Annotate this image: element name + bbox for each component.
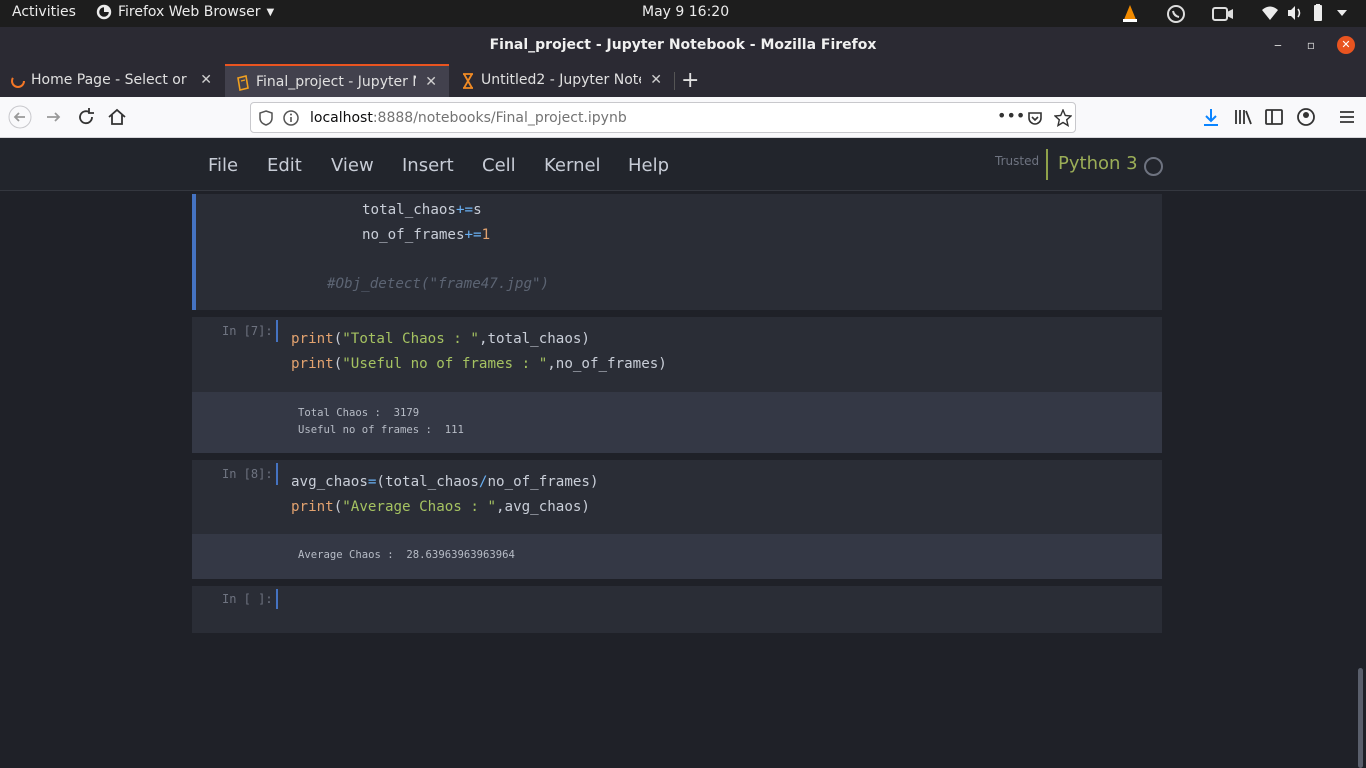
code-line[interactable]: print("Average Chaos : ",avg_chaos) — [291, 499, 590, 515]
notebook-icon — [237, 75, 249, 91]
close-tab-icon[interactable]: ✕ — [425, 74, 437, 90]
input-area-border — [276, 589, 278, 609]
back-icon[interactable] — [8, 105, 32, 129]
minimize-button[interactable]: ‒ — [1269, 36, 1287, 54]
power-menu-caret-icon[interactable] — [1336, 8, 1348, 18]
url-text: localhost:8888/notebooks/Final_project.i… — [310, 110, 627, 126]
kernel-divider — [1046, 149, 1048, 180]
close-window-button[interactable]: ✕ — [1337, 36, 1355, 54]
code-line: total_chaos+=s — [362, 202, 482, 218]
app-menu[interactable]: Firefox Web Browser ▼ — [96, 4, 274, 20]
tab-home-page[interactable]: Home Page - Select or cr ✕ — [0, 64, 224, 97]
app-menu-label: Firefox Web Browser — [118, 4, 261, 20]
clock[interactable]: May 9 16:20 — [642, 4, 729, 20]
tab-strip: Home Page - Select or cr ✕ Final_project… — [0, 64, 1366, 97]
close-tab-icon[interactable]: ✕ — [200, 72, 212, 88]
tab-label: Untitled2 - Jupyter Note — [481, 72, 641, 88]
cell-prompt: In [ ]: — [222, 592, 273, 606]
firefox-icon — [96, 4, 112, 20]
vlc-icon[interactable] — [1120, 4, 1140, 24]
info-icon[interactable] — [283, 110, 299, 126]
kernel-name[interactable]: Python 3 — [1058, 153, 1138, 174]
url-path: :8888/notebooks/Final_project.ipynb — [372, 110, 627, 126]
reload-icon[interactable] — [74, 105, 98, 129]
system-tray — [1116, 0, 1366, 27]
hourglass-icon — [463, 73, 473, 89]
output-line: Useful no of frames : 111 — [298, 424, 464, 436]
bookmark-star-icon[interactable] — [1054, 109, 1072, 127]
menu-kernel[interactable]: Kernel — [544, 155, 601, 176]
tab-final-project[interactable]: Final_project - Jupyter N ✕ — [225, 64, 449, 97]
pocket-icon[interactable] — [1027, 110, 1043, 126]
code-cell-previous[interactable] — [192, 194, 1162, 310]
shield-icon[interactable] — [259, 110, 273, 126]
sidebar-icon[interactable] — [1262, 105, 1286, 129]
tab-separator — [674, 72, 675, 90]
code-line[interactable]: print("Total Chaos : ",total_chaos) — [291, 331, 590, 347]
tab-label: Home Page - Select or cr — [31, 72, 191, 88]
downloads-icon[interactable] — [1199, 105, 1223, 129]
input-area-border — [276, 463, 278, 485]
page-actions-icon[interactable]: ••• — [997, 106, 1025, 125]
menu-view[interactable]: View — [331, 155, 374, 176]
activities-button[interactable]: Activities — [12, 4, 76, 20]
code-line: no_of_frames+=1 — [362, 227, 491, 243]
wifi-icon[interactable] — [1261, 4, 1279, 22]
maximize-button[interactable]: ▫ — [1302, 36, 1320, 54]
close-tab-icon[interactable]: ✕ — [650, 72, 662, 88]
code-line[interactable]: avg_chaos=(total_chaos/no_of_frames) — [291, 474, 599, 490]
url-bar[interactable]: localhost:8888/notebooks/Final_project.i… — [250, 102, 1076, 133]
input-area-border — [276, 320, 278, 342]
tab-untitled2[interactable]: Untitled2 - Jupyter Note ✕ — [450, 64, 674, 97]
code-line[interactable]: print("Useful no of frames : ",no_of_fra… — [291, 356, 667, 372]
battery-icon[interactable] — [1311, 4, 1325, 22]
library-icon[interactable] — [1231, 105, 1255, 129]
menu-insert[interactable]: Insert — [402, 155, 454, 176]
notebook-menubar: File Edit View Insert Cell Kernel Help T… — [0, 138, 1366, 191]
cell-prompt: In [8]: — [222, 467, 273, 481]
cell-prompt: In [7]: — [222, 324, 273, 338]
output-area — [192, 392, 1162, 453]
forward-icon[interactable] — [42, 105, 66, 129]
menu-help[interactable]: Help — [628, 155, 669, 176]
caret-down-icon: ▼ — [266, 6, 275, 18]
system-top-bar: Activities Firefox Web Browser ▼ May 9 1… — [0, 0, 1366, 27]
navigation-toolbar: localhost:8888/notebooks/Final_project.i… — [0, 97, 1366, 138]
volume-icon[interactable] — [1286, 4, 1304, 22]
kernel-idle-indicator — [1144, 157, 1163, 176]
home-icon[interactable] — [105, 105, 129, 129]
window-title: Final_project - Jupyter Notebook - Mozil… — [489, 37, 877, 53]
new-tab-button[interactable]: + — [681, 68, 699, 93]
menu-edit[interactable]: Edit — [267, 155, 302, 176]
output-line: Average Chaos : 28.63963963963964 — [298, 549, 515, 561]
trusted-indicator[interactable]: Trusted — [995, 154, 1039, 168]
jupyter-notebook-page: File Edit View Insert Cell Kernel Help T… — [0, 138, 1366, 768]
page-scrollbar-thumb[interactable] — [1358, 668, 1363, 768]
code-cell-empty[interactable] — [192, 586, 1162, 633]
menu-cell[interactable]: Cell — [482, 155, 516, 176]
hamburger-menu-icon[interactable] — [1335, 105, 1359, 129]
window-title-bar: Final_project - Jupyter Notebook - Mozil… — [0, 27, 1366, 64]
code-comment: #Obj_detect("frame47.jpg") — [327, 276, 550, 292]
jupyter-spinner-icon — [11, 74, 25, 88]
url-host: localhost — [310, 110, 373, 126]
camera-icon[interactable] — [1212, 4, 1234, 24]
output-line: Total Chaos : 3179 — [298, 407, 420, 419]
whatsapp-icon[interactable] — [1166, 4, 1186, 24]
tab-label: Final_project - Jupyter N — [256, 74, 416, 90]
account-icon[interactable] — [1294, 105, 1318, 129]
menu-file[interactable]: File — [208, 155, 238, 176]
